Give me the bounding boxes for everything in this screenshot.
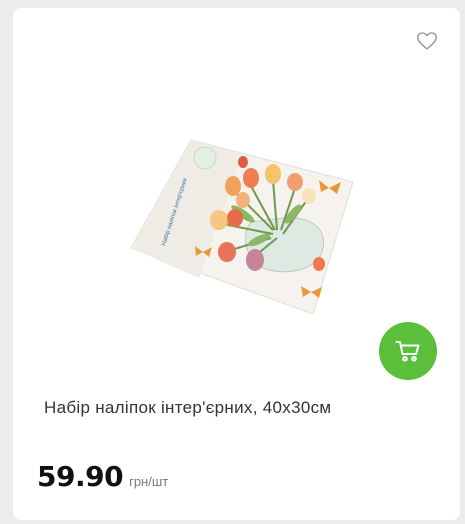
price-row: 59.90 грн/шт bbox=[37, 460, 168, 493]
shopping-cart-icon bbox=[395, 341, 420, 362]
add-to-cart-button[interactable] bbox=[379, 322, 437, 380]
heart-outline-icon bbox=[417, 32, 437, 50]
price-unit: грн/шт bbox=[129, 474, 169, 489]
product-title[interactable]: Набір наліпок інтер'єрних, 40х30см bbox=[44, 398, 444, 418]
product-card[interactable]: Набір наліпок інтер'єрних Набір наліпок … bbox=[13, 8, 460, 520]
favorite-button[interactable] bbox=[416, 30, 438, 52]
product-price: 59.90 bbox=[37, 460, 124, 493]
product-image[interactable]: Набір наліпок інтер'єрних bbox=[123, 130, 363, 320]
